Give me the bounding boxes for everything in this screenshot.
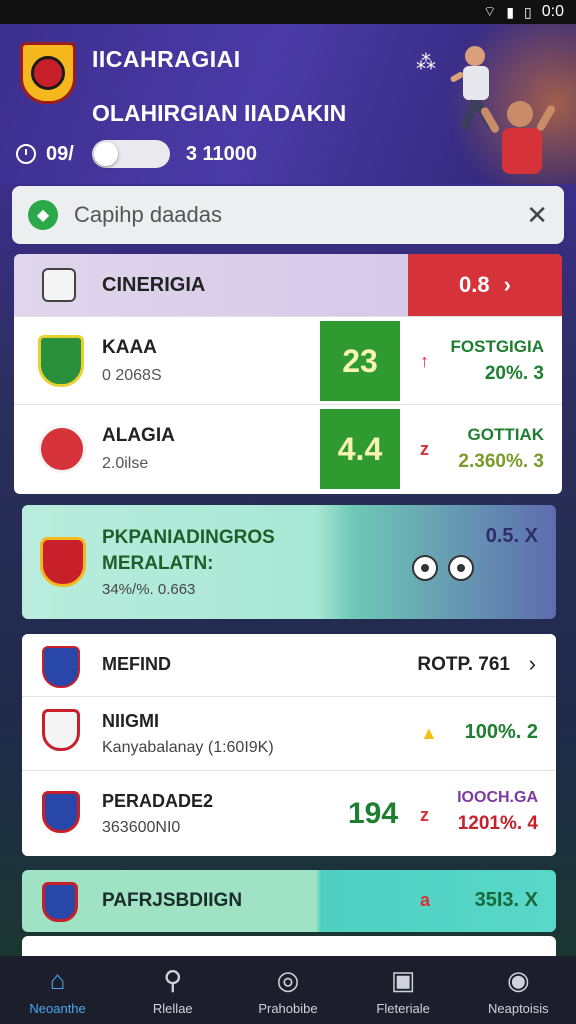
status-bar: ⌔ ▮ ▯ 0:0 <box>0 0 576 24</box>
stat-label: FOSTGIGIA <box>450 337 545 356</box>
match-row[interactable]: KAAA 0 2068S 23 ↑ FOSTGIGIA 20%. 3 <box>14 316 562 404</box>
section-header[interactable]: MEFIND ROTP. 761 › <box>22 634 556 696</box>
match-row[interactable]: NIIGMI Kanyabalanay (1:60I9K) ▲ 100%. 2 <box>22 696 556 770</box>
nav-label: Fleteriale <box>376 1000 430 1016</box>
signal-icon: ▮ <box>506 3 515 20</box>
nav-label: Rlellae <box>152 1000 193 1016</box>
match-row[interactable]: ALAGIA 2.0ilse 4.4 z GOTTIAK 2.360%. 3 <box>14 404 562 492</box>
image-icon: ▣ <box>390 964 416 995</box>
team-info: 0 2068S <box>102 367 162 384</box>
next-card-peek <box>22 936 556 956</box>
players-illustration <box>450 46 555 174</box>
section-odds: ROTP. 761 <box>417 654 510 675</box>
app-header: IICAHRAGIAI OLAHIRGIAN IIADAKIN ⁂ 09/ 3 … <box>0 24 576 184</box>
header-controls: 09/ 3 11000 <box>16 140 257 168</box>
nav-search[interactable]: ⚲ Rlellae <box>118 965 228 1016</box>
chevron-right-icon: › <box>503 272 511 297</box>
team-logo <box>40 537 86 587</box>
team-name: KAAA <box>102 337 157 358</box>
featured-title: PKPANIADINGROS MERALATN: <box>102 527 275 574</box>
nav-explore[interactable]: ◎ Prahobibe <box>233 965 343 1016</box>
team-logo <box>42 791 80 833</box>
nav-label: Prahobibe <box>258 1000 318 1016</box>
compass-icon: ◎ <box>276 964 300 995</box>
warning-icon: ▲ <box>420 723 438 743</box>
match-row-highlight[interactable]: PAFRJSBDIIGN a 35I3. X <box>22 870 556 932</box>
section-header[interactable]: CINERIGIA 0.8 › <box>14 254 562 316</box>
section-odds-value: 0.8 <box>459 272 490 297</box>
football-icon <box>412 555 438 581</box>
team-logo <box>42 882 78 922</box>
app-title: IICAHRAGIAI <box>92 46 241 72</box>
team-info: 2.0ilse <box>102 455 149 472</box>
home-icon: ⌂ <box>49 964 66 995</box>
profile-icon: ◉ <box>507 964 530 995</box>
featured-stats: 34%/%. 0.663 <box>102 581 196 598</box>
score-value[interactable]: 194 <box>348 797 398 831</box>
team-name: ALAGIA <box>102 425 175 446</box>
nav-home[interactable]: ⌂ Neoanthe <box>3 965 113 1016</box>
toggle-value: 3 11000 <box>185 142 258 165</box>
close-icon[interactable]: ✕ <box>526 200 548 231</box>
team-name: NIIGMI <box>102 711 159 731</box>
shield-icon: ◆ <box>28 200 58 230</box>
clock-value: 09/ <box>46 142 74 165</box>
battery-icon: ▯ <box>524 3 532 20</box>
match-row[interactable]: PERADADE2 363600NI0 194 z IOOCH.GA 1201%… <box>22 770 556 856</box>
search-input[interactable]: Capihp daadas <box>74 202 526 228</box>
trend-icon: z <box>420 805 429 825</box>
trend-up-icon: ↑ <box>420 351 429 371</box>
bottom-navigation: ⌂ Neoanthe ⚲ Rlellae ◎ Prahobibe ▣ Flete… <box>0 956 576 1024</box>
stat-value: 35I3. X <box>474 889 538 911</box>
second-matches-panel: MEFIND ROTP. 761 › NIIGMI Kanyabalanay (… <box>22 634 556 856</box>
search-bar[interactable]: ◆ Capihp daadas ✕ <box>12 186 564 244</box>
trend-icon: z <box>420 439 429 459</box>
team-info: 363600NI0 <box>102 819 181 836</box>
football-icons <box>412 555 474 581</box>
nav-gallery[interactable]: ▣ Fleteriale <box>348 965 458 1016</box>
team-logo <box>42 646 80 688</box>
stat-value: 2.360%. 3 <box>458 451 544 472</box>
wifi-icon: ⌔ <box>483 3 497 19</box>
trend-icon: a <box>420 890 431 910</box>
section-title: MEFIND <box>102 654 171 674</box>
app-subtitle: OLAHIRGIAN IIADAKIN <box>92 100 347 126</box>
team-name: PAFRJSBDIIGN <box>102 890 243 911</box>
featured-match-card[interactable]: PKPANIADINGROS MERALATN: 34%/%. 0.663 0.… <box>22 505 556 619</box>
clock-icon <box>16 144 36 164</box>
stat-value: 1201%. 4 <box>457 813 538 834</box>
nav-profile[interactable]: ◉ Neaptoisis <box>463 965 573 1016</box>
team-logo <box>42 709 80 751</box>
status-time: 0:0 <box>541 3 564 20</box>
nav-label: Neaptoisis <box>487 1000 549 1016</box>
stat-label: GOTTIAK <box>467 425 545 444</box>
nav-label: Neoanthe <box>29 1000 86 1016</box>
team-logo <box>38 425 86 473</box>
stat-value: 100%. 2 <box>464 721 538 743</box>
search-icon: ⚲ <box>163 964 183 995</box>
team-info: Kanyabalanay (1:60I9K) <box>102 739 274 756</box>
stat-label: IOOCH.GA <box>457 789 538 806</box>
league-icon <box>42 268 76 302</box>
football-icon <box>448 555 474 581</box>
section-odds-button[interactable]: 0.8 › <box>408 254 562 316</box>
section-title: CINERIGIA <box>102 273 206 296</box>
team-name: PERADADE2 <box>102 791 214 811</box>
team-logo <box>38 335 84 387</box>
stat-value: 20%. 3 <box>484 363 544 384</box>
featured-odds: 0.5. X <box>485 525 538 547</box>
live-toggle[interactable] <box>91 140 170 168</box>
chevron-right-icon[interactable]: › <box>529 651 536 677</box>
matches-panel: CINERIGIA 0.8 › KAAA 0 2068S 23 ↑ FOSTGI… <box>14 254 562 494</box>
club-logo[interactable] <box>20 42 76 104</box>
score-box[interactable]: 23 <box>320 321 400 401</box>
score-box[interactable]: 4.4 <box>320 409 400 489</box>
